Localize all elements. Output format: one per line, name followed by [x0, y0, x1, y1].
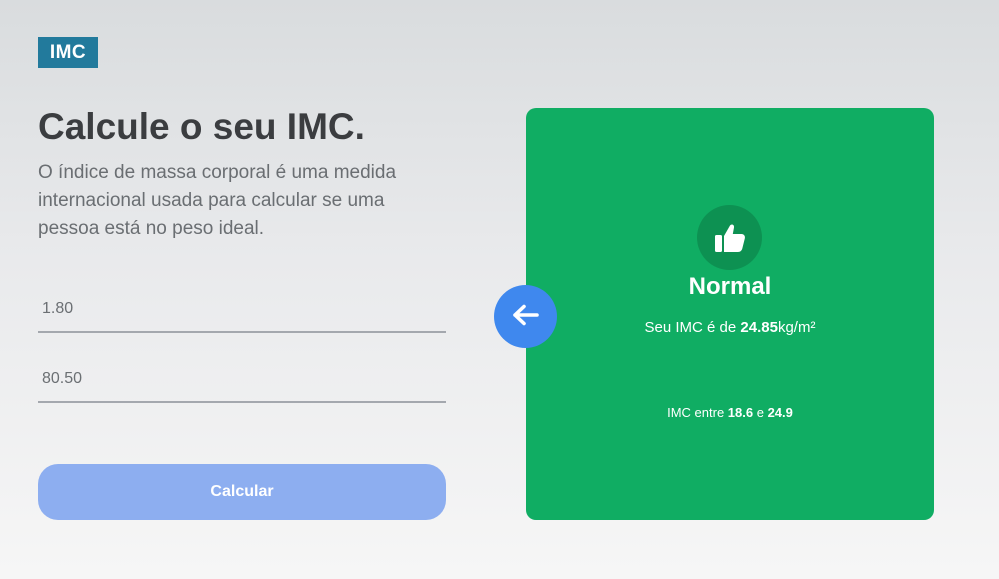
imc-range-line: IMC entre 18.6 e 24.9 [526, 405, 934, 420]
result-status: Normal [688, 273, 772, 300]
range-max: 24.9 [767, 405, 793, 420]
imc-unit: kg/m² [777, 319, 816, 336]
back-button[interactable] [494, 285, 557, 348]
range-prefix: IMC entre [667, 405, 728, 420]
range-joiner: e [753, 405, 768, 420]
page-title: Calcule o seu IMC. [38, 106, 365, 147]
arrow-left-icon [512, 304, 539, 329]
height-input[interactable] [38, 287, 446, 333]
imc-result-line: Seu IMC é de 24.85kg/m² [526, 319, 934, 336]
weight-input[interactable] [38, 357, 446, 403]
imc-prefix: Seu IMC é de [644, 319, 741, 336]
imc-value: 24.85 [740, 319, 778, 336]
result-card: Normal Seu IMC é de 24.85kg/m² IMC entre… [526, 108, 934, 520]
thumbs-up-icon [697, 205, 762, 270]
page-description: O índice de massa corporal é uma medida … [38, 162, 397, 239]
app-logo: IMC [38, 37, 98, 68]
range-min: 18.6 [727, 405, 754, 420]
calculate-button[interactable]: Calcular [38, 464, 446, 520]
